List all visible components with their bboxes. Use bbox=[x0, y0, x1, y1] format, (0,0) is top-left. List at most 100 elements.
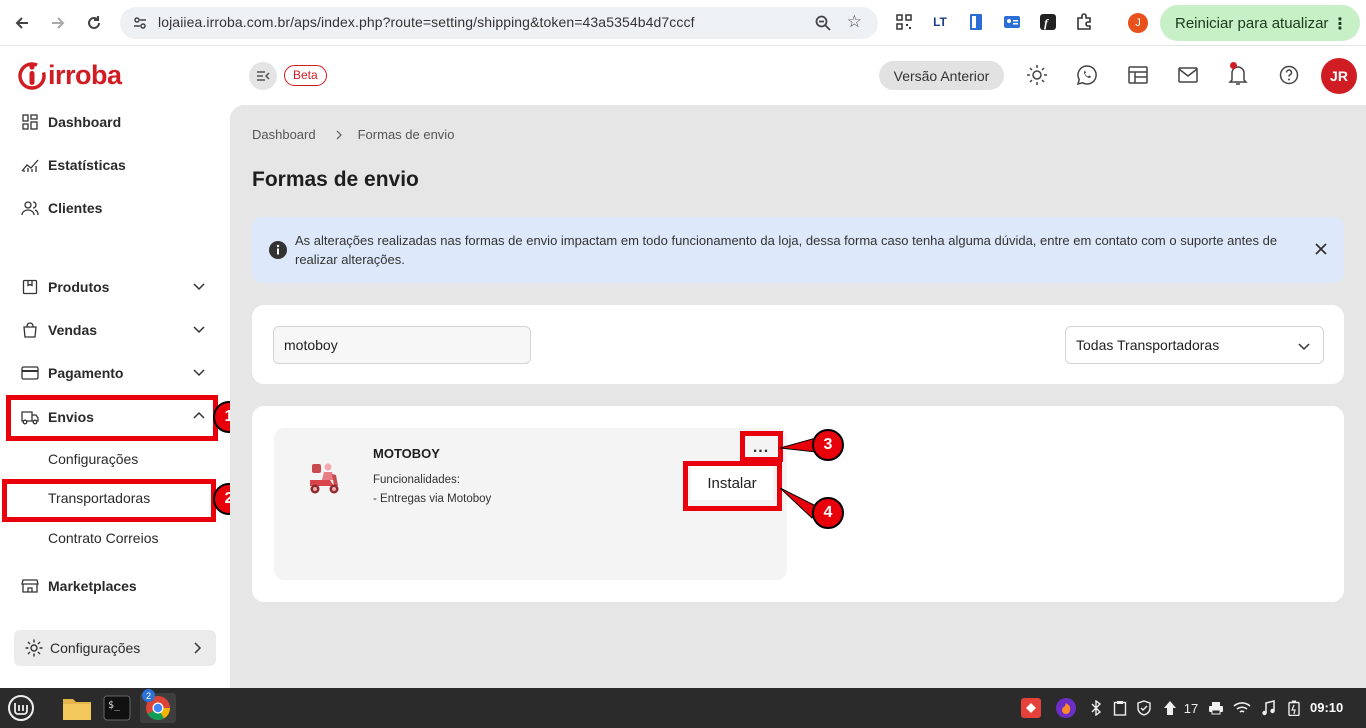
filter-card: Todas Transportadoras bbox=[252, 305, 1344, 384]
update-count: 17 bbox=[1183, 700, 1199, 716]
terminal-icon[interactable]: $_ bbox=[102, 693, 132, 723]
annotation-marker-4: 4 bbox=[812, 497, 844, 529]
collapse-sidebar-button[interactable] bbox=[249, 62, 277, 90]
bluetooth-icon[interactable] bbox=[1086, 698, 1106, 718]
url-text[interactable]: lojaiiea.irroba.com.br/aps/index.php?rou… bbox=[158, 14, 695, 30]
sidebar-item-marketplaces[interactable]: Marketplaces bbox=[20, 571, 216, 601]
profile-avatar[interactable]: J bbox=[1128, 13, 1148, 33]
annotation-box-4 bbox=[683, 461, 782, 511]
restart-update-button[interactable]: Reiniciar para atualizar ⋮ bbox=[1160, 5, 1360, 41]
carrier-select-value: Todas Transportadoras bbox=[1076, 337, 1220, 353]
sidebar-item-dashboard[interactable]: Dashboard bbox=[20, 107, 216, 137]
clipboard-icon[interactable] bbox=[1110, 698, 1130, 718]
theme-sun-icon[interactable] bbox=[1025, 63, 1049, 87]
browser-toolbar: lojaiiea.irroba.com.br/aps/index.php?rou… bbox=[0, 0, 1366, 46]
chevron-down-icon bbox=[1298, 343, 1310, 351]
address-bar[interactable]: lojaiiea.irroba.com.br/aps/index.php?rou… bbox=[120, 7, 878, 39]
chevron-right-icon bbox=[336, 130, 342, 139]
site-settings-icon[interactable] bbox=[132, 15, 148, 31]
sidebar-item-label: Vendas bbox=[48, 322, 98, 338]
sidebar-item-label: Produtos bbox=[48, 279, 110, 295]
mint-menu-icon[interactable] bbox=[6, 693, 36, 723]
dashboard-icon bbox=[20, 112, 40, 132]
sidebar-subitem-contrato-correios[interactable]: Contrato Correios bbox=[48, 530, 159, 546]
lt-icon[interactable]: LT bbox=[929, 11, 951, 33]
sidebar-item-label: Pagamento bbox=[48, 365, 124, 381]
store-icon[interactable] bbox=[1126, 63, 1150, 87]
sidebar-item-vendas[interactable]: Vendas bbox=[20, 315, 216, 345]
previous-version-button[interactable]: Versão Anterior bbox=[879, 61, 1004, 90]
user-avatar[interactable]: JR bbox=[1321, 58, 1357, 94]
contact-card-icon[interactable] bbox=[1001, 11, 1023, 33]
restart-update-label: Reiniciar para atualizar bbox=[1175, 14, 1329, 32]
page-title: Formas de envio bbox=[252, 168, 419, 191]
sidebar-settings-button[interactable]: Configurações bbox=[14, 630, 216, 666]
font-icon[interactable]: f bbox=[1037, 11, 1059, 33]
sidebar-item-clientes[interactable]: Clientes bbox=[20, 193, 216, 223]
whatsapp-icon[interactable] bbox=[1075, 63, 1099, 87]
features-label: Funcionalidades: bbox=[373, 474, 460, 486]
annotation-box-1 bbox=[6, 395, 218, 441]
statistics-icon bbox=[20, 155, 40, 175]
sidebar-item-pagamento[interactable]: Pagamento bbox=[20, 358, 216, 388]
alert-message: As alterações realizadas nas formas de e… bbox=[295, 233, 1278, 267]
breadcrumb-dashboard[interactable]: Dashboard bbox=[252, 127, 316, 142]
printer-icon[interactable] bbox=[1206, 698, 1226, 718]
os-taskbar: $_ 2 17 09:10 bbox=[0, 688, 1366, 728]
feature-item: - Entregas via Motoboy bbox=[373, 493, 492, 505]
collapse-menu-icon bbox=[257, 71, 270, 81]
reload-icon[interactable] bbox=[82, 11, 106, 35]
chevron-right-icon bbox=[194, 642, 202, 654]
folder-icon[interactable] bbox=[62, 693, 92, 723]
mail-icon[interactable] bbox=[1176, 63, 1200, 87]
puzzle-icon[interactable] bbox=[1073, 11, 1095, 33]
battery-icon[interactable] bbox=[1284, 698, 1304, 718]
forward-icon[interactable] bbox=[46, 11, 70, 35]
update-manager-icon[interactable] bbox=[1160, 698, 1180, 718]
beta-badge: Beta bbox=[284, 65, 327, 86]
back-icon[interactable] bbox=[10, 11, 34, 35]
sidebar-item-estatisticas[interactable]: Estatísticas bbox=[20, 150, 216, 180]
motoboy-scooter-icon bbox=[310, 463, 339, 494]
annotation-box-3 bbox=[740, 431, 783, 462]
help-icon[interactable] bbox=[1277, 63, 1301, 87]
anydesk-tray-icon[interactable] bbox=[1021, 698, 1041, 718]
irroba-logo-mark bbox=[18, 61, 46, 90]
carrier-select[interactable]: Todas Transportadoras bbox=[1065, 326, 1324, 364]
sidebar-item-label: Marketplaces bbox=[48, 578, 137, 594]
sidebar-item-label: Dashboard bbox=[48, 114, 122, 130]
sidebar-subitem-configuracoes[interactable]: Configurações bbox=[48, 451, 138, 467]
carrier-name: MOTOBOY bbox=[373, 446, 440, 461]
chevron-down-icon bbox=[193, 326, 205, 334]
sidebar-item-produtos[interactable]: Produtos bbox=[20, 272, 216, 302]
annotation-marker-3: 3 bbox=[812, 429, 844, 461]
bookmark-ext-icon[interactable] bbox=[965, 11, 987, 33]
info-alert: As alterações realizadas nas formas de e… bbox=[252, 217, 1344, 283]
breadcrumb: Dashboard Formas de envio bbox=[252, 127, 454, 142]
clock[interactable]: 09:10 bbox=[1310, 700, 1343, 715]
breadcrumb-current: Formas de envio bbox=[357, 127, 455, 142]
notification-dot bbox=[1230, 62, 1237, 69]
shield-icon[interactable] bbox=[1134, 698, 1154, 718]
irroba-logo-text: irroba bbox=[48, 60, 122, 90]
irroba-logo[interactable]: irroba bbox=[18, 60, 122, 91]
firefox-dev-tray-icon[interactable] bbox=[1056, 698, 1076, 718]
info-icon bbox=[269, 241, 287, 259]
sound-icon[interactable] bbox=[1258, 698, 1278, 718]
zoom-icon[interactable] bbox=[814, 14, 832, 32]
sidebar-settings-label: Configurações bbox=[50, 640, 141, 656]
wifi-icon[interactable] bbox=[1232, 698, 1252, 718]
marketplace-icon bbox=[20, 576, 40, 596]
annotation-box-2 bbox=[2, 479, 216, 522]
search-input[interactable] bbox=[273, 326, 531, 364]
products-icon bbox=[20, 277, 40, 297]
bookmark-star-icon[interactable]: ☆ bbox=[847, 12, 862, 32]
credit-card-icon bbox=[20, 363, 40, 383]
clients-icon bbox=[20, 198, 40, 218]
sidebar-item-label: Clientes bbox=[48, 200, 103, 216]
gear-icon bbox=[25, 639, 43, 657]
qr-code-icon[interactable] bbox=[893, 11, 915, 33]
browser-menu-icon[interactable]: ⋮ bbox=[1332, 14, 1348, 34]
chrome-window-count: 2 bbox=[142, 689, 155, 702]
close-icon[interactable] bbox=[1314, 242, 1328, 256]
